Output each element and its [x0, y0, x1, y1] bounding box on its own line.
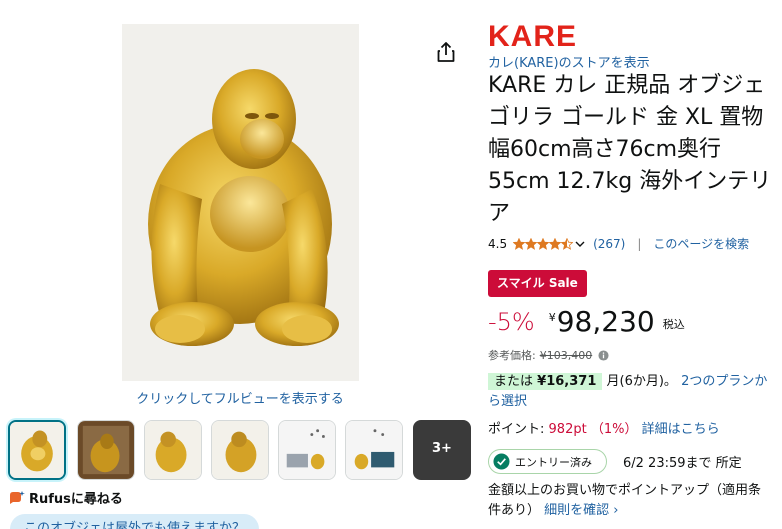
- share-icon[interactable]: [436, 41, 456, 63]
- product-title: KARE カレ 正規品 オブジェ ゴリラ ゴールド 金 XL 置物 幅60cm高…: [488, 73, 772, 226]
- star-icon: [561, 237, 574, 250]
- thumb-gorilla-back[interactable]: [211, 420, 269, 480]
- entry-row: エントリー済み 6/2 23:59まで 所定: [488, 449, 742, 474]
- sale-badge: スマイル Sale: [488, 270, 587, 297]
- installment-amount: ¥16,371: [537, 374, 597, 389]
- star-icon: [525, 237, 538, 250]
- rufus-label: Rufusに尋ねる: [29, 492, 123, 507]
- installment-prefix: または: [494, 374, 534, 389]
- store-link[interactable]: カレ(KARE)のストアを表示: [488, 52, 650, 71]
- installment-suffix: 月(6か月)。: [606, 374, 677, 389]
- points-details-link[interactable]: 詳細はこちら: [642, 422, 720, 437]
- rating-row: 4.5 (267) | このページを検索: [488, 235, 749, 252]
- installment-highlight: または ¥16,371: [488, 373, 603, 390]
- check-circle-icon: [493, 453, 510, 470]
- points-up-text: 金額以上のお買い物でポイントアップ（適用条件あり）: [488, 483, 762, 518]
- rating-value: 4.5: [488, 236, 508, 251]
- brand-logo[interactable]: KARE: [488, 22, 577, 52]
- fullview-link[interactable]: クリックしてフルビューを表示する: [112, 388, 368, 407]
- rufus-suggestion-chip[interactable]: このオブジェは屋外でも使えますか？: [10, 514, 260, 529]
- search-page-link[interactable]: このページを検索: [653, 235, 749, 252]
- currency-symbol: ¥: [548, 311, 556, 324]
- entry-deadline: 6/2 23:59まで 所定: [623, 456, 742, 471]
- gorilla-image: [122, 24, 359, 381]
- rufus-icon: [10, 490, 25, 504]
- entry-badge-label: エントリー済み: [515, 455, 592, 469]
- price-value: 98,230: [556, 305, 655, 338]
- star-icon: [549, 237, 562, 250]
- thumb-gorilla-front[interactable]: [8, 420, 66, 480]
- reference-price-row: 参考価格: ¥103,400: [488, 347, 609, 363]
- ref-price: ¥103,400: [539, 348, 593, 362]
- star-icon: [513, 237, 526, 250]
- thumb-interior-1[interactable]: [278, 420, 336, 480]
- chevron-down-icon[interactable]: [575, 239, 585, 249]
- points-up-text-block: 金額以上のお買い物でポイントアップ（適用条件あり） 細則を確認 ›: [488, 481, 773, 521]
- points-row: ポイント: 982pt （1%） 詳細はこちら: [488, 418, 720, 437]
- thumb-more-button[interactable]: 3+: [413, 420, 471, 480]
- separator: |: [637, 236, 642, 251]
- discount-percent: -5%: [488, 308, 535, 336]
- main-product-image[interactable]: [122, 24, 359, 381]
- thumb-gorilla-side[interactable]: [144, 420, 202, 480]
- points-value: 982pt （1%）: [548, 422, 638, 437]
- rufus-header: Rufusに尋ねる: [9, 488, 123, 507]
- review-count-link[interactable]: (267): [593, 237, 625, 251]
- points-label: ポイント:: [488, 422, 545, 437]
- price-row: -5% ¥ 98,230 税込: [488, 306, 685, 338]
- thumb-interior-2[interactable]: [345, 420, 403, 480]
- info-icon[interactable]: [598, 349, 609, 361]
- thumb-gorilla-room[interactable]: [77, 420, 135, 480]
- star-rating[interactable]: [513, 237, 574, 250]
- thumb-more-label: 3+: [432, 441, 452, 456]
- tax-label: 税込: [662, 318, 685, 331]
- entry-badge[interactable]: エントリー済み: [488, 449, 607, 474]
- installment-row: または ¥16,371 月(6か月)。 2つのプランから選択: [488, 372, 773, 412]
- ref-label: 参考価格:: [488, 349, 536, 362]
- rules-link[interactable]: 細則を確認 ›: [544, 503, 618, 518]
- star-icon: [537, 237, 550, 250]
